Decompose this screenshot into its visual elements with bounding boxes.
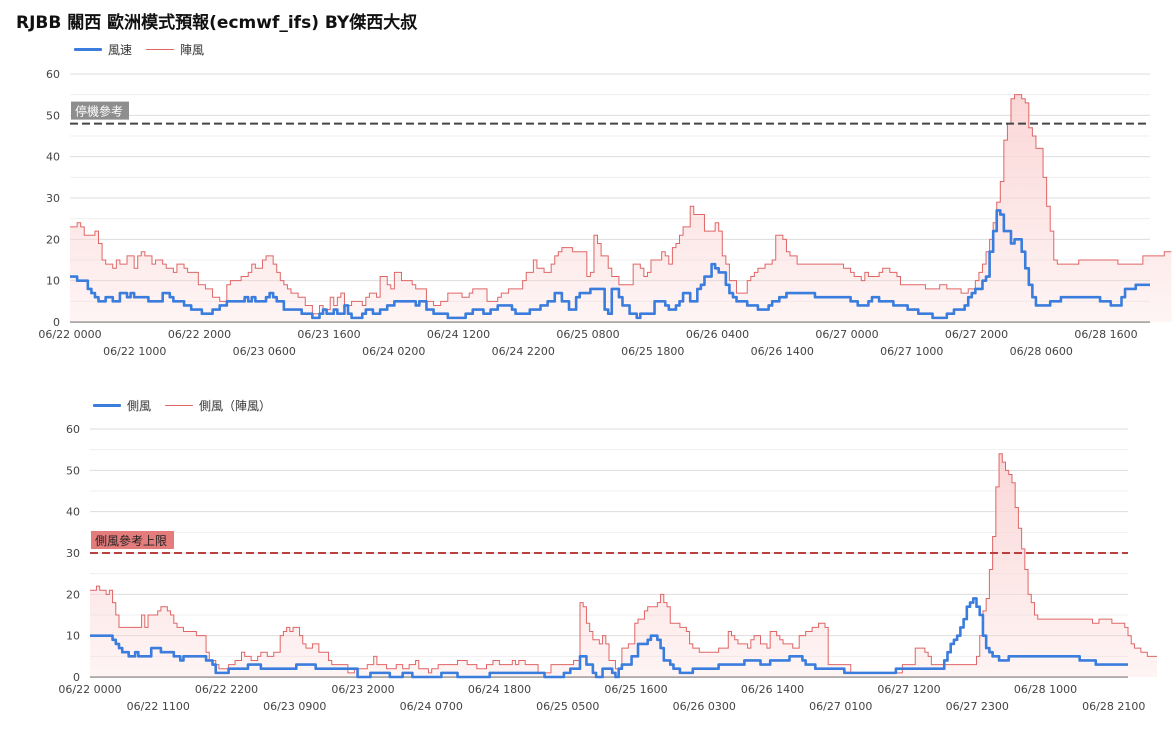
- crosswind-y-tick-label: 20: [66, 588, 80, 601]
- crosswind-chart: 0102030405060側風參考上限06/22 0000 06/22 2200 0…: [58, 423, 1158, 713]
- crosswind-x-tick-label: 06/24 0700: [400, 700, 463, 713]
- crosswind-y-tick-label: 40: [66, 506, 80, 519]
- crosswind-x-tick-label: 06/27 0100: [809, 700, 872, 713]
- crosswind-x-tick-label: 06/25 0500: [536, 700, 599, 713]
- crosswind-y-tick-label: 50: [66, 464, 80, 477]
- crosswind-x-tick-label: 06/26 1400: [741, 683, 804, 696]
- crosswind-x-tick-label: 06/23 0900: [263, 700, 326, 713]
- crosswind-y-tick-label: 10: [66, 630, 80, 643]
- crosswind-x-tick-label: 06/28 2100: [1082, 700, 1145, 713]
- crosswind-x-tick-label: 06/27 2300: [946, 700, 1009, 713]
- crosswind-x-tick-label: 06/27 1200: [877, 683, 940, 696]
- crosswind-x-tick-label: 06/24 1800: [468, 683, 531, 696]
- crosswind-x-tick-label: 06/22 2200: [195, 683, 258, 696]
- crosswind-x-tick-label: 06/22 0000: [58, 683, 121, 696]
- crosswind-y-tick-label: 60: [66, 423, 80, 436]
- crosswind-reference-label: 側風參考上限: [95, 533, 167, 548]
- crosswind-x-tick-label: 06/25 1600: [604, 683, 667, 696]
- crosswind-x-tick-label: 06/23 2000: [331, 683, 394, 696]
- crosswind-x-tick-label: 06/22 1100: [127, 700, 190, 713]
- crosswind-x-tick-label: 06/28 1000: [1014, 683, 1077, 696]
- crosswind-y-tick-label: 30: [66, 547, 80, 560]
- crosswind-x-tick-label: 06/26 0300: [673, 700, 736, 713]
